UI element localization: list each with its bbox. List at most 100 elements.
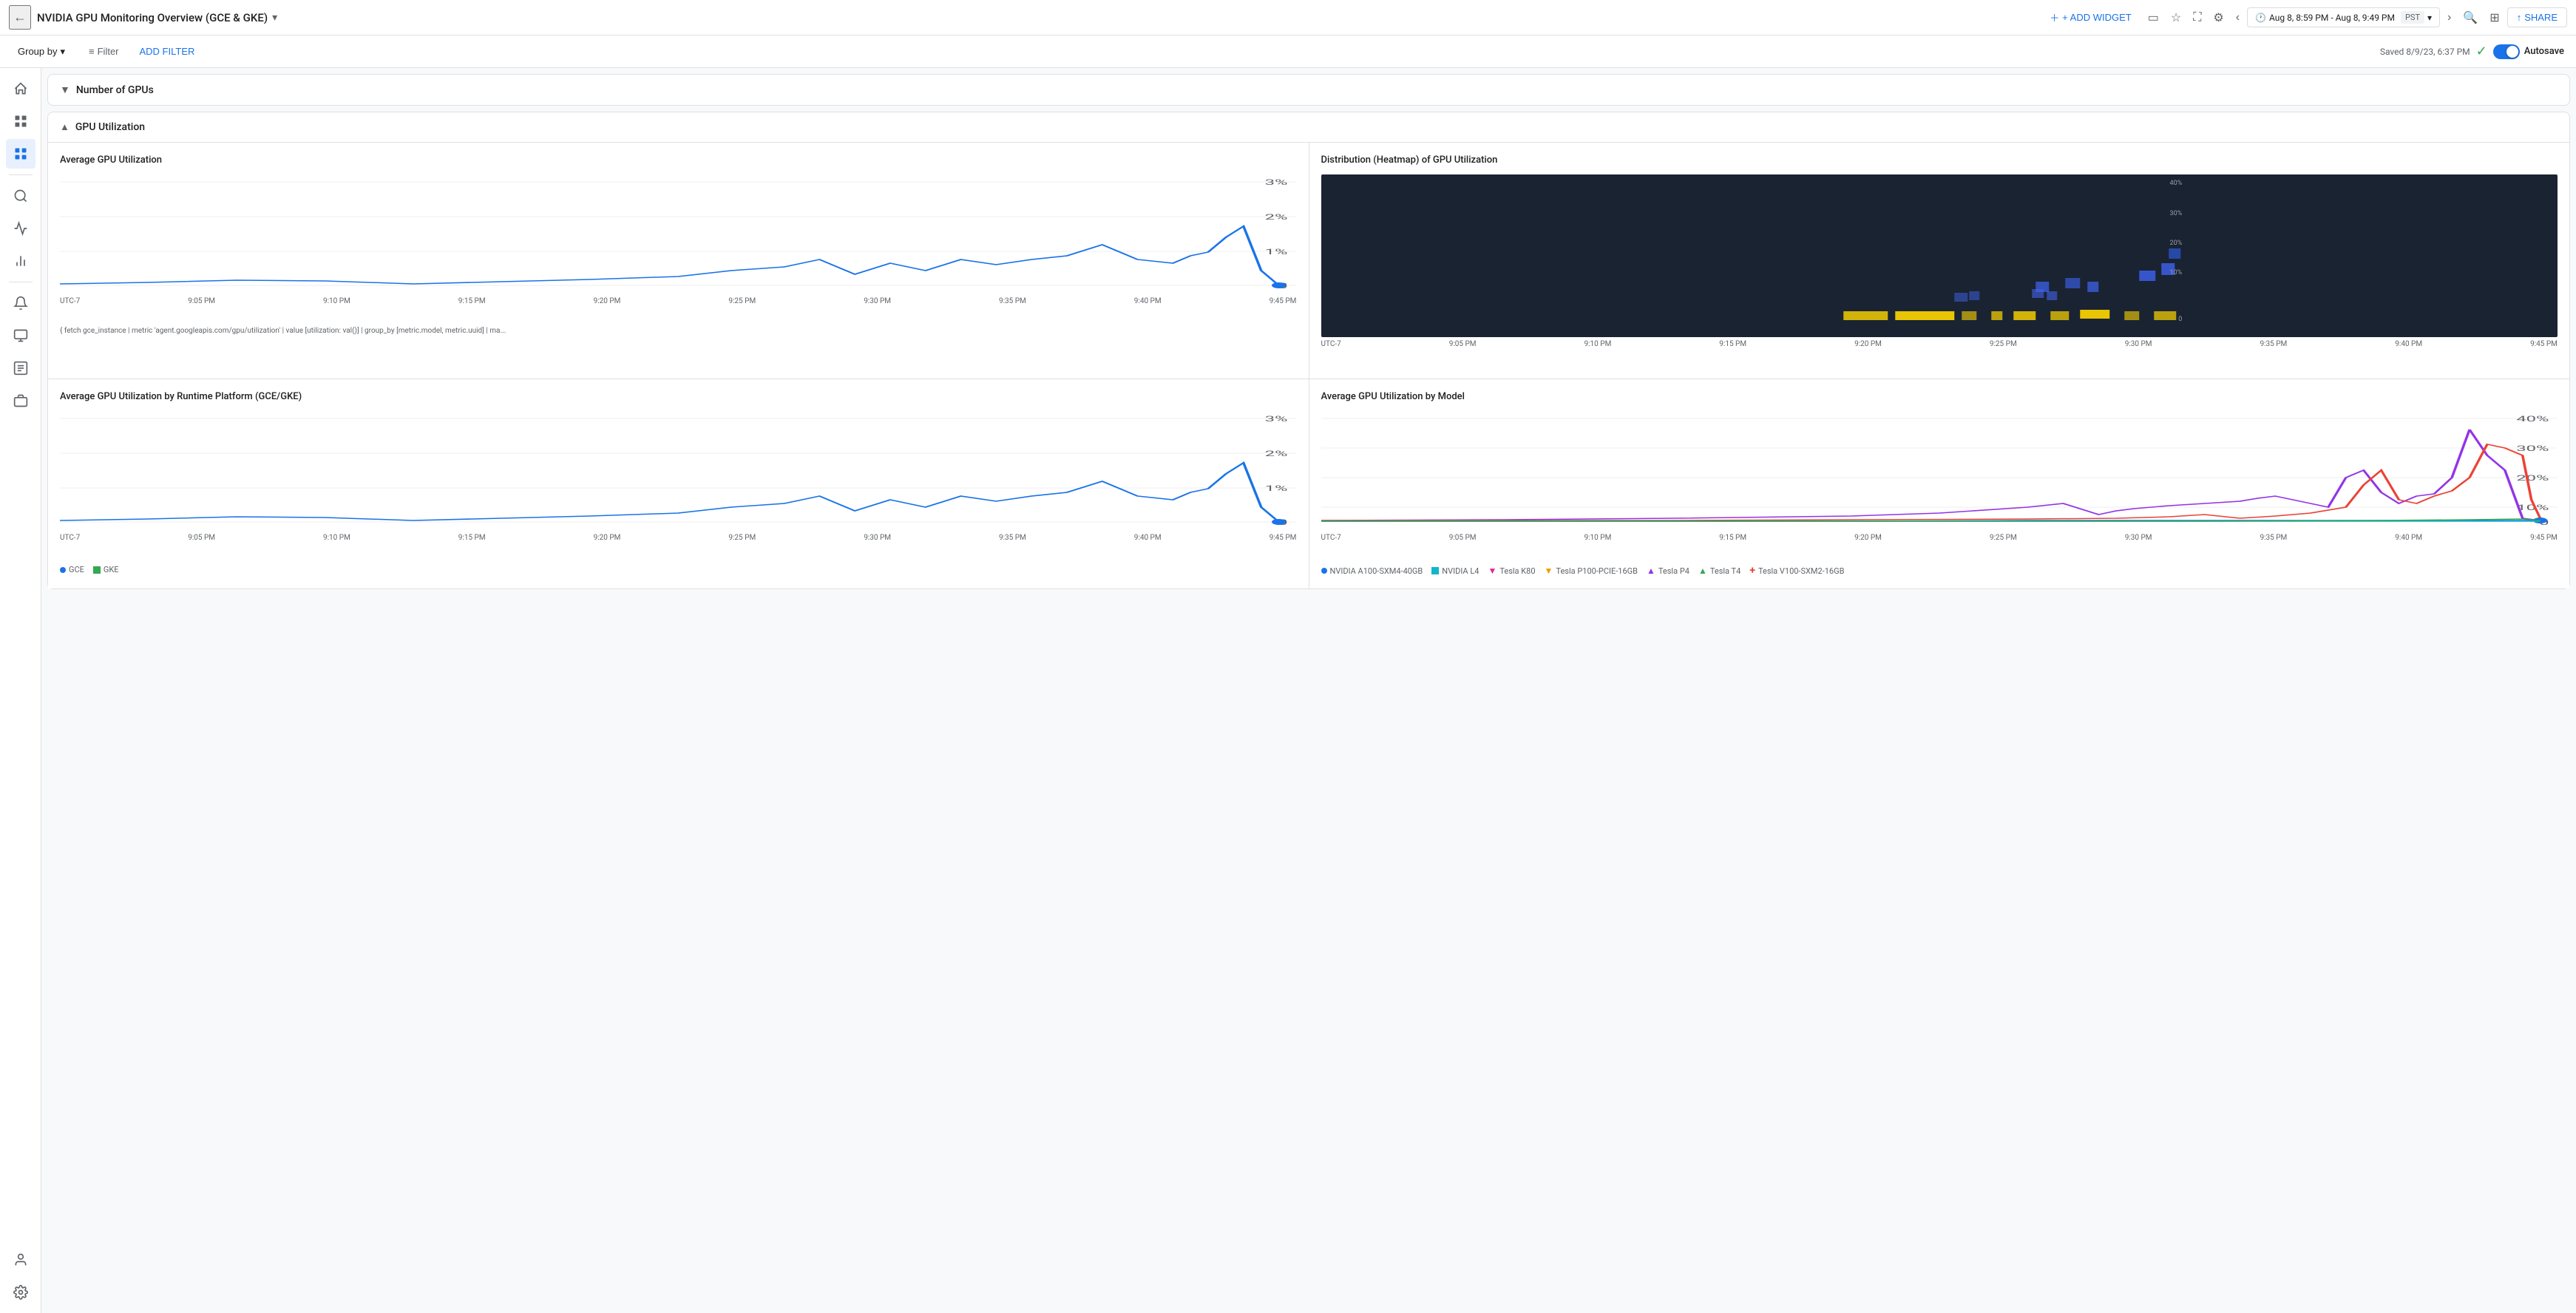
autosave-toggle[interactable]: Autosave [2493,44,2564,59]
avg-gpu-util-model-title: Average GPU Utilization by Model [1321,391,2558,402]
main-layout: ▼ Number of GPUs ▲ GPU Utilization Avera… [0,68,2576,1313]
sidebar-item-alerts[interactable] [6,288,35,318]
add-filter-button[interactable]: ADD FILTER [137,43,198,60]
legend-v100: + Tesla V100-SXM2-16GB [1749,565,1844,577]
sidebar-item-settings[interactable] [6,1278,35,1307]
heatmap-x-labels: UTC-7 9:05 PM 9:10 PM 9:15 PM 9:20 PM 9:… [1321,340,2558,348]
sidebar-item-bar[interactable] [6,246,35,276]
a100-label: NVIDIA A100-SXM4-40GB [1330,566,1423,576]
page-title: NVIDIA GPU Monitoring Overview (GCE & GK… [37,11,2038,24]
present-button[interactable]: ▭ [2143,6,2163,30]
sidebar-item-explore[interactable] [6,181,35,211]
p100-triangle: ▼ [1545,566,1553,576]
svg-text:10%: 10% [2169,269,2182,276]
autosave-label: Autosave [2524,46,2564,57]
avg-gpu-util-x-labels: UTC-7 9:05 PM 9:10 PM 9:15 PM 9:20 PM 9:… [60,297,1297,305]
legend-t4: ▲ Tesla T4 [1698,566,1741,576]
clock-icon: 🕐 [2255,13,2266,23]
saved-info: Saved 8/9/23, 6:37 PM ✓ Autosave [2380,44,2564,59]
k80-triangle: ▼ [1488,566,1497,576]
sidebar-item-user[interactable] [6,1245,35,1275]
time-range-selector[interactable]: 🕐 Aug 8, 8:59 PM - Aug 8, 9:49 PM PST ▾ [2247,7,2440,27]
fullscreen-button[interactable]: ⛶ [2189,7,2206,29]
saved-text: Saved 8/9/23, 6:37 PM [2380,47,2470,57]
gpu-count-collapse-icon: ▼ [60,84,70,96]
top-nav: ← NVIDIA GPU Monitoring Overview (GCE & … [0,0,2576,35]
svg-text:1%: 1% [1265,248,1288,256]
legend-p4: ▲ Tesla P4 [1647,566,1689,576]
back-button[interactable]: ← [9,5,31,30]
avg-gpu-util-query: { fetch gce_instance | metric 'agent.goo… [60,327,1297,335]
a100-dot [1321,568,1327,574]
sidebar-item-dashboard[interactable] [6,106,35,136]
title-text: NVIDIA GPU Monitoring Overview (GCE & GK… [37,11,268,24]
heatmap-visual: 40% 30% 20% 10% 0 [1321,174,2558,337]
search-button[interactable]: 🔍 [2458,6,2482,30]
avg-gpu-util-chart: 3% 2% 1% 0 UTC-7 9:05 PM 9:10 [60,174,1297,322]
filter-button[interactable]: ≡ Filter [83,43,124,60]
sidebar [0,68,41,1313]
time-dropdown-arrow: ▾ [2427,13,2432,23]
legend-k80: ▼ Tesla K80 [1488,566,1535,576]
svg-text:3%: 3% [1265,415,1288,423]
gpu-utilization-section: ▲ GPU Utilization Average GPU Utilizatio… [47,112,2570,589]
sidebar-item-logs[interactable] [6,353,35,383]
next-button[interactable]: › [2443,7,2455,29]
gpu-count-header[interactable]: ▼ Number of GPUs [48,75,2569,105]
share-button[interactable]: ↑ SHARE [2507,7,2567,27]
group-by-button[interactable]: Group by ▾ [12,43,71,61]
p4-triangle: ▲ [1647,566,1655,576]
add-filter-label: ADD FILTER [140,46,195,57]
avg-gpu-util-svg: 3% 2% 1% 0 [60,174,1297,293]
add-widget-button[interactable]: ＋ + ADD WIDGET [2044,6,2138,29]
t4-label: Tesla T4 [1710,566,1741,576]
sidebar-item-trace[interactable] [6,214,35,243]
autosave-switch[interactable] [2493,44,2520,59]
group-by-label: Group by [18,46,57,57]
sidebar-item-metrics[interactable] [6,139,35,169]
platform-x-labels: UTC-7 9:05 PM 9:10 PM 9:15 PM 9:20 PM 9:… [60,534,1297,542]
share-icon: ↑ [2517,12,2522,23]
gpu-utilization-title: GPU Utilization [75,121,145,133]
model-x-labels: UTC-7 9:05 PM 9:10 PM 9:15 PM 9:20 PM 9:… [1321,534,2558,542]
l4-label: NVIDIA L4 [1442,566,1479,576]
v100-label: Tesla V100-SXM2-16GB [1758,566,1844,576]
more-button[interactable]: ⊞ [2485,6,2504,30]
svg-text:40%: 40% [2516,415,2549,423]
p4-label: Tesla P4 [1658,566,1689,576]
star-button[interactable]: ☆ [2166,6,2186,30]
svg-text:1%: 1% [1265,484,1288,492]
avg-gpu-util-title: Average GPU Utilization [60,155,1297,166]
avg-gpu-util-platform-svg: 3% 2% 1% 0 [60,411,1297,529]
sidebar-item-home[interactable] [6,74,35,104]
v100-plus: + [1749,565,1755,577]
svg-text:40%: 40% [2169,180,2182,187]
model-legend: NVIDIA A100-SXM4-40GB NVIDIA L4 ▼ Tesla … [1321,565,2558,577]
add-widget-label: + ADD WIDGET [2062,12,2132,23]
legend-gke: GKE [93,565,119,574]
toolbar: Group by ▾ ≡ Filter ADD FILTER Saved 8/9… [0,35,2576,68]
avg-gpu-util-platform-card: Average GPU Utilization by Runtime Platf… [48,379,1309,588]
group-by-arrow: ▾ [60,46,65,58]
avg-gpu-util-platform-title: Average GPU Utilization by Runtime Platf… [60,391,1297,402]
gpu-utilization-header[interactable]: ▲ GPU Utilization [48,112,2569,143]
svg-text:20%: 20% [2516,474,2549,482]
avg-gpu-util-model-card: Average GPU Utilization by Model 40% 30%… [1309,379,2570,588]
share-label: SHARE [2524,12,2558,23]
l4-square [1431,567,1439,574]
sidebar-item-services[interactable] [6,386,35,415]
gce-dot [60,567,66,573]
avg-gpu-util-model-svg: 40% 30% 20% 10% 0 [1321,411,2558,529]
gke-label: GKE [104,565,119,574]
prev-button[interactable]: ‹ [2231,7,2244,29]
title-dropdown-arrow[interactable]: ▾ [272,12,277,24]
sidebar-item-monitor[interactable] [6,321,35,350]
gke-square [93,566,101,574]
settings-button[interactable]: ⚙ [2209,6,2228,30]
svg-text:3%: 3% [1265,178,1288,186]
p100-label: Tesla P100-PCIE-16GB [1556,566,1638,576]
charts-grid: Average GPU Utilization 3% 2% 1% [48,143,2569,588]
svg-text:30%: 30% [2516,444,2549,452]
heatmap-svg: 40% 30% 20% 10% 0 [1321,174,2558,337]
legend-gce: GCE [60,565,84,574]
